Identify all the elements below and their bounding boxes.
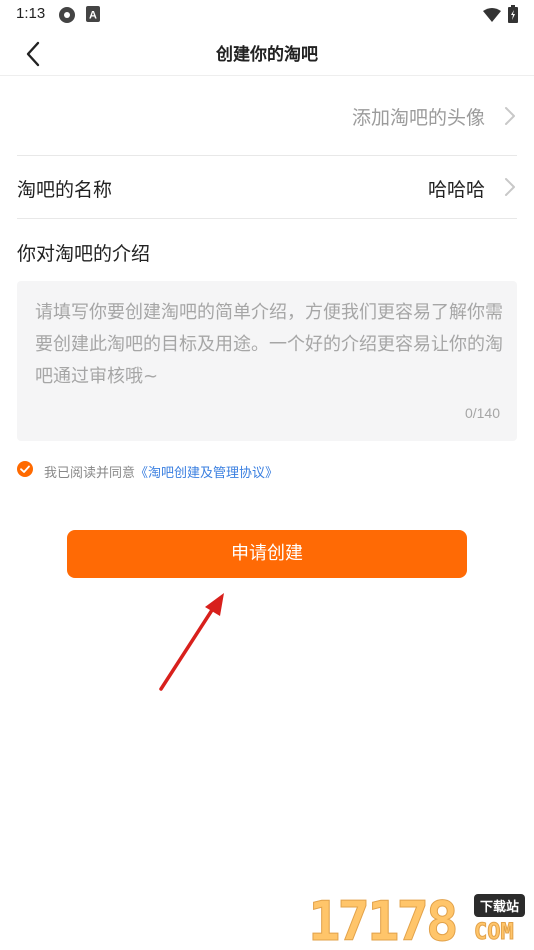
status-time: 1:13 (16, 5, 46, 22)
agreement-link[interactable]: 《淘吧创建及管理协议》 (135, 466, 278, 481)
intro-label: 你对淘吧的介绍 (17, 243, 151, 265)
add-avatar-label: 添加淘吧的头像 (351, 107, 485, 129)
chevron-right-icon (501, 106, 517, 126)
watermark-domain: COM (474, 920, 515, 946)
check-icon (20, 465, 30, 473)
bar-name-row[interactable]: 淘吧的名称 哈哈哈 (17, 157, 517, 219)
nav-bar: 创建你的淘吧 (0, 30, 534, 76)
intro-placeholder: 请填写你要创建淘吧的简单介绍，方便我们更容易了解你需要创建此淘吧的目标及用途。一… (35, 302, 503, 387)
settings-icon (58, 6, 76, 28)
bar-name-label: 淘吧的名称 (17, 179, 113, 201)
watermark-number: 17178 (308, 890, 460, 950)
intro-char-counter: 0/140 (464, 405, 500, 421)
annotation-arrow-icon (159, 593, 224, 691)
agreement-prefix: 我已阅读并同意 (44, 466, 136, 481)
intro-textarea[interactable]: 请填写你要创建淘吧的简单介绍，方便我们更容易了解你需要创建此淘吧的目标及用途。一… (17, 281, 517, 441)
agreement-text: 我已阅读并同意《淘吧创建及管理协议》 (44, 462, 278, 481)
svg-text:A: A (89, 10, 97, 22)
add-avatar-row[interactable]: 添加淘吧的头像 (17, 76, 517, 156)
watermark-tag: 下载站 (474, 894, 526, 917)
agreement-checkbox[interactable] (17, 461, 33, 477)
apply-create-button[interactable]: 申请创建 (67, 530, 467, 578)
a-icon: A (86, 6, 100, 26)
site-watermark: 17178 下载站 COM (306, 886, 534, 950)
chevron-right-icon (501, 177, 517, 197)
wifi-icon (483, 7, 501, 26)
agreement-row: 我已阅读并同意《淘吧创建及管理协议》 (17, 460, 517, 481)
battery-icon (508, 5, 518, 27)
page-title: 创建你的淘吧 (216, 45, 318, 65)
status-bar: 1:13 A (0, 0, 534, 30)
bar-name-value: 哈哈哈 (427, 179, 485, 201)
